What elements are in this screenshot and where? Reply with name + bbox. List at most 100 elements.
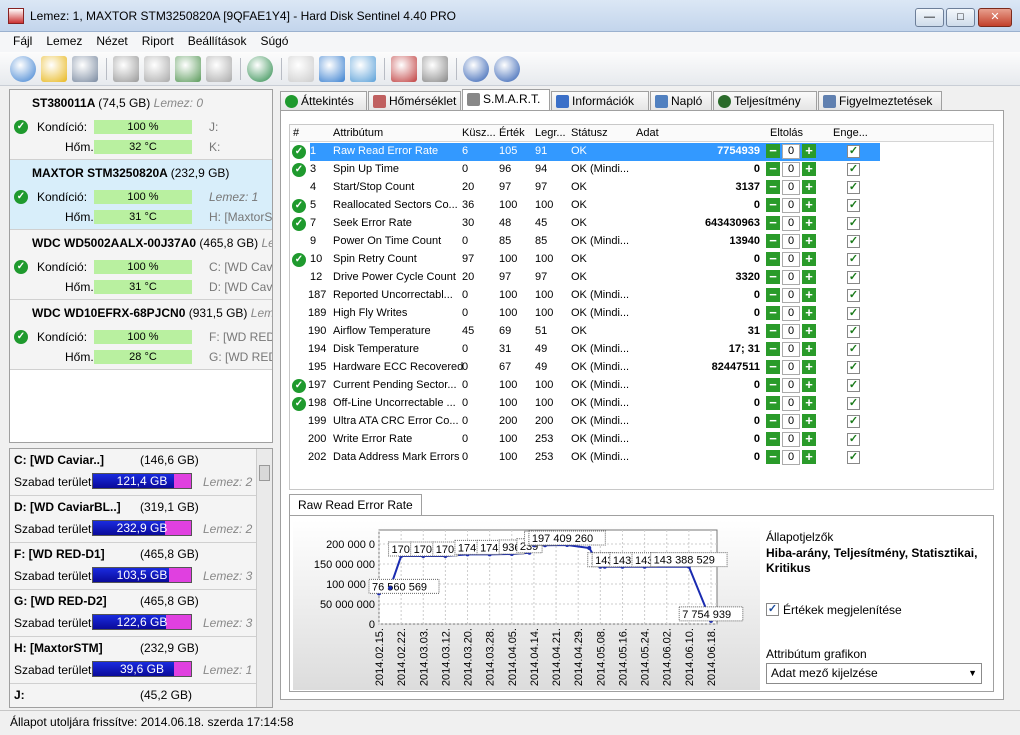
table-row[interactable]: 9 Power On Time Count 0 85 85 OK (Mindi... 139… xyxy=(290,233,993,251)
table-row[interactable]: ✓ 3 Spin Up Time 0 96 94 OK (Mindi... 0−0 + ✓ xyxy=(290,161,993,179)
menu-item-4[interactable]: Beállítások xyxy=(181,32,254,50)
enabled-checkbox[interactable]: ✓ xyxy=(847,181,860,194)
tab-4[interactable]: Napló xyxy=(650,91,712,111)
plus-icon[interactable]: + xyxy=(802,360,816,374)
table-row[interactable]: ✓ 7 Seek Error Rate 30 48 45 OK 643430963−0 + ✓ xyxy=(290,215,993,233)
tab-3[interactable]: Információk xyxy=(551,91,649,111)
table-row[interactable]: ✓ 10 Spin Retry Count 97 100 100 OK 0−0 + ✓ xyxy=(290,251,993,269)
table-row[interactable]: 200 Write Error Rate 0 100 253 OK (Mindi... 0−… xyxy=(290,431,993,449)
minus-icon[interactable]: − xyxy=(766,306,780,320)
minus-icon[interactable]: − xyxy=(766,270,780,284)
plus-icon[interactable]: + xyxy=(802,306,816,320)
plus-icon[interactable]: + xyxy=(802,396,816,410)
col-threshold[interactable]: Küsz... xyxy=(462,127,496,139)
col-enabled[interactable]: Enge... xyxy=(833,127,868,139)
minus-icon[interactable]: − xyxy=(766,216,780,230)
tab-6[interactable]: Figyelmeztetések xyxy=(818,91,942,111)
tab-1[interactable]: Hőmérséklet xyxy=(368,91,461,111)
enabled-checkbox[interactable]: ✓ xyxy=(847,217,860,230)
menu-item-2[interactable]: Nézet xyxy=(89,32,134,50)
minus-icon[interactable]: − xyxy=(766,252,780,266)
menu-item-5[interactable]: Súgó xyxy=(253,32,295,50)
help-icon[interactable] xyxy=(463,56,489,82)
table-row[interactable]: 4 Start/Stop Count 20 97 97 OK 3137−0 + ✓ xyxy=(290,179,993,197)
partition-card[interactable]: J: (45,2 GB) xyxy=(10,684,272,707)
offset-value[interactable]: 0 xyxy=(782,450,800,465)
table-row[interactable]: 187 Reported Uncorrectabl... 0 100 100 OK (Mi… xyxy=(290,287,993,305)
partition-card[interactable]: F: [WD RED-D1] (465,8 GB) Szabad terület 10… xyxy=(10,543,272,590)
minus-icon[interactable]: − xyxy=(766,162,780,176)
enabled-checkbox[interactable]: ✓ xyxy=(847,451,860,464)
plus-icon[interactable]: + xyxy=(802,324,816,338)
chart-tab[interactable]: Raw Read Error Rate xyxy=(289,494,422,516)
table-row[interactable]: 189 High Fly Writes 0 100 100 OK (Mindi... 0−0… xyxy=(290,305,993,323)
partition-card[interactable]: G: [WD RED-D2] (465,8 GB) Szabad terület 12… xyxy=(10,590,272,637)
minus-icon[interactable]: − xyxy=(766,180,780,194)
plus-icon[interactable]: + xyxy=(802,270,816,284)
tab-2[interactable]: S.M.A.R.T. xyxy=(462,89,550,112)
globe-icon[interactable] xyxy=(247,56,273,82)
offset-value[interactable]: 0 xyxy=(782,432,800,447)
minus-icon[interactable]: − xyxy=(766,198,780,212)
partition-card[interactable]: D: [WD CaviarBL..] (319,1 GB) Szabad terül… xyxy=(10,496,272,543)
minus-icon[interactable]: − xyxy=(766,342,780,356)
offset-value[interactable]: 0 xyxy=(782,414,800,429)
offset-value[interactable]: 0 xyxy=(782,324,800,339)
minus-icon[interactable]: − xyxy=(766,378,780,392)
plus-icon[interactable]: + xyxy=(802,180,816,194)
info-icon[interactable] xyxy=(494,56,520,82)
sync-icon[interactable] xyxy=(319,56,345,82)
col-data[interactable]: Adat xyxy=(636,127,659,139)
plus-icon[interactable]: + xyxy=(802,234,816,248)
wrench-gray-icon[interactable] xyxy=(113,56,139,82)
enabled-checkbox[interactable]: ✓ xyxy=(847,433,860,446)
offset-value[interactable]: 0 xyxy=(782,198,800,213)
enabled-checkbox[interactable]: ✓ xyxy=(847,163,860,176)
refresh-icon[interactable] xyxy=(10,56,36,82)
table-row[interactable]: 194 Disk Temperature 0 31 49 OK (Mindi... 17; … xyxy=(290,341,993,359)
enabled-checkbox[interactable]: ✓ xyxy=(847,361,860,374)
minimize-button[interactable]: — xyxy=(915,8,944,27)
table-row[interactable]: ✓ 1 Raw Read Error Rate 6 105 91 OK 7754939−0 + ✓ xyxy=(290,143,993,161)
minus-icon[interactable]: − xyxy=(766,450,780,464)
plus-icon[interactable]: + xyxy=(802,450,816,464)
enabled-checkbox[interactable]: ✓ xyxy=(847,415,860,428)
enabled-checkbox[interactable]: ✓ xyxy=(847,343,860,356)
table-row[interactable]: ✓ 197 Current Pending Sector... 0 100 100 OK (… xyxy=(290,377,993,395)
offset-value[interactable]: 0 xyxy=(782,360,800,375)
minus-icon[interactable]: − xyxy=(766,324,780,338)
table-row[interactable]: 190 Airflow Temperature 45 69 51 OK 31−0 + ✓ xyxy=(290,323,993,341)
partition-scrollbar[interactable] xyxy=(256,449,272,707)
minus-icon[interactable]: − xyxy=(766,360,780,374)
offset-value[interactable]: 0 xyxy=(782,144,800,159)
plus-icon[interactable]: + xyxy=(802,198,816,212)
table-row[interactable]: ✓ 5 Reallocated Sectors Co... 36 100 100 OK 0−0… xyxy=(290,197,993,215)
plus-icon[interactable]: + xyxy=(802,288,816,302)
col-worst[interactable]: Legr... xyxy=(535,127,566,139)
menu-item-3[interactable]: Riport xyxy=(135,32,181,50)
offset-value[interactable]: 0 xyxy=(782,252,800,267)
offset-value[interactable]: 0 xyxy=(782,162,800,177)
show-values-checkbox[interactable]: ✓ xyxy=(766,603,779,616)
table-row[interactable]: 12 Drive Power Cycle Count 20 97 97 OK 3320−0 +… xyxy=(290,269,993,287)
partition-card[interactable]: C: [WD Caviar..] (146,6 GB) Szabad terület… xyxy=(10,449,272,496)
offset-value[interactable]: 0 xyxy=(782,306,800,321)
plus-icon[interactable]: + xyxy=(802,414,816,428)
disk-icon[interactable] xyxy=(72,56,98,82)
enabled-checkbox[interactable]: ✓ xyxy=(847,253,860,266)
close-button[interactable]: ✕ xyxy=(978,8,1012,27)
offset-value[interactable]: 0 xyxy=(782,180,800,195)
offset-value[interactable]: 0 xyxy=(782,288,800,303)
menu-item-0[interactable]: Fájl xyxy=(6,32,39,50)
partition-card[interactable]: H: [MaxtorSTM] (232,9 GB) Szabad terület 39… xyxy=(10,637,272,684)
enabled-checkbox[interactable]: ✓ xyxy=(847,397,860,410)
disk-card[interactable]: WDC WD5002AALX-00J37A0 (465,8 GB) Le ✓ Kon… xyxy=(10,230,272,300)
minus-icon[interactable]: − xyxy=(766,144,780,158)
minus-icon[interactable]: − xyxy=(766,288,780,302)
plus-icon[interactable]: + xyxy=(802,252,816,266)
minus-icon[interactable]: − xyxy=(766,234,780,248)
attribute-graph-select[interactable]: Adat mező kijelzése ▼ xyxy=(766,663,982,684)
col-status[interactable]: Státusz xyxy=(571,127,608,139)
enabled-checkbox[interactable]: ✓ xyxy=(847,145,860,158)
enabled-checkbox[interactable]: ✓ xyxy=(847,271,860,284)
